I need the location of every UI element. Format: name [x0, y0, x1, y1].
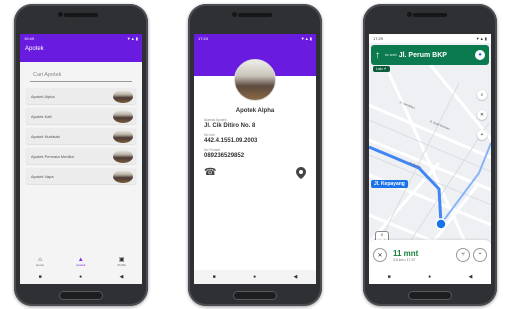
- pharmacy-photo: [113, 149, 133, 163]
- phone-call-icon[interactable]: ☎: [204, 167, 216, 182]
- recents-icon[interactable]: ■: [213, 274, 216, 280]
- phone-camera: [58, 12, 63, 17]
- eta-details: 3,5 km • 17.37: [393, 257, 416, 262]
- address-value: Jl. Cik Ditiro No. 8: [204, 123, 256, 129]
- list-item-label: Apotek Vapa: [31, 173, 54, 179]
- phone-camera: [232, 12, 237, 17]
- location-pin-icon[interactable]: [296, 167, 306, 182]
- back-icon[interactable]: ◀: [293, 274, 297, 280]
- nav-home-label: Home: [36, 263, 45, 267]
- phone-speaker: [238, 13, 272, 17]
- phone-navigation: 17:29 ▼▲ ▮ Jl. Sembilan Jl. Bukit Barisa…: [363, 4, 497, 306]
- list-item[interactable]: Apotek Alpha: [26, 88, 136, 104]
- screen: 17:29 ▼▲ ▮ Jl. Sembilan Jl. Bukit Barisa…: [369, 34, 491, 284]
- nav-apotek[interactable]: ▲ Apotek: [76, 257, 85, 267]
- phone-apotek-list: 19:49 ▼▲ ▮ Apotek Cari Apotek Apotek Alp…: [14, 4, 148, 306]
- list-item[interactable]: Apotek Kafi: [26, 108, 136, 124]
- back-icon[interactable]: ◀: [468, 274, 472, 280]
- action-row: ☎: [194, 159, 316, 182]
- status-bar: 17:24 ▼▲ ▮: [194, 34, 316, 43]
- page-title: Apotek: [25, 46, 44, 52]
- app-bar: 19:49 ▼▲ ▮ Apotek: [20, 34, 142, 62]
- pharmacy-photo: [113, 89, 133, 103]
- list-item-label: Apotek Permata Medika: [31, 153, 74, 159]
- phone-speaker: [64, 13, 98, 17]
- search-icon[interactable]: ⌕: [477, 90, 487, 100]
- izin-label: No Izin: [204, 133, 215, 137]
- screen: 19:49 ▼▲ ▮ Apotek Cari Apotek Apotek Alp…: [20, 34, 142, 284]
- nav-profile-label: Profile: [117, 263, 126, 267]
- status-time: 17:24: [198, 36, 209, 41]
- status-time: 19:49: [24, 36, 35, 41]
- status-bar: 19:49 ▼▲ ▮: [20, 34, 142, 43]
- search-input[interactable]: Cari Apotek: [30, 70, 132, 82]
- address-label: Alamat Apotek: [204, 118, 227, 122]
- list-item-label: Apotek Alpha: [31, 93, 55, 99]
- status-icons: ▼▲ ▮: [300, 36, 312, 41]
- mute-icon[interactable]: ✕: [477, 110, 487, 120]
- system-nav: ■ ● ◀: [194, 270, 316, 284]
- screen: 17:24 ▼▲ ▮ Apotek Alpha Alamat Apotek Jl…: [194, 34, 316, 284]
- status-icons: ▼▲ ▮: [475, 36, 487, 41]
- direction-prefix: ke arah: [385, 53, 397, 57]
- home-circle-icon[interactable]: ●: [79, 274, 82, 280]
- system-nav: ■ ● ◀: [369, 270, 491, 284]
- recents-icon[interactable]: ■: [388, 274, 391, 280]
- trip-panel: ✕ 11 mnt 3,5 km • 17.37 ⑂ ⌃: [369, 240, 491, 270]
- current-street: Jl. Kepayang: [371, 180, 408, 188]
- status-time: 17:29: [373, 36, 384, 41]
- system-nav: ■ ● ◀: [20, 270, 142, 284]
- close-icon[interactable]: ✕: [373, 248, 387, 262]
- recents-icon[interactable]: ■: [39, 274, 42, 280]
- chevron-up-icon[interactable]: ⌃: [473, 248, 487, 262]
- direction-street: Jl. Perum BKP: [398, 51, 447, 59]
- back-icon[interactable]: ◀: [119, 274, 123, 280]
- status-bar: 17:29 ▼▲ ▮: [369, 34, 491, 43]
- pharmacy-avatar: [234, 59, 276, 101]
- route-options-icon[interactable]: ⑂: [456, 248, 470, 262]
- arrow-up-icon: ↑: [375, 49, 380, 61]
- phone-camera: [407, 12, 412, 17]
- direction-banner: ↑ ke arah Jl. Perum BKP ●: [371, 45, 489, 65]
- pharmacy-name: Apotek Alpha: [235, 108, 275, 114]
- bottom-nav: ⌂ Home ▲ Apotek ▣ Profile: [20, 254, 142, 270]
- list-item-label: Apotek Kafi: [31, 113, 52, 119]
- izin-value: 442.4.1551.09.2003: [204, 138, 258, 144]
- hardware-home-button[interactable]: [233, 291, 277, 300]
- pharmacy-photo: [113, 109, 133, 123]
- hardware-home-button[interactable]: [59, 291, 103, 300]
- nav-profile[interactable]: ▣ Profile: [117, 257, 126, 267]
- nav-home[interactable]: ⌂ Home: [36, 257, 44, 267]
- then-indicator: Lalu ↱: [373, 66, 390, 72]
- pharmacy-photo: [113, 169, 133, 183]
- phone-speaker: [413, 13, 447, 17]
- list-item[interactable]: Apotek Permata Medika: [26, 148, 136, 164]
- eta-minutes: 11 mnt: [393, 248, 419, 258]
- phone-label: No Ponsel: [204, 148, 221, 152]
- home-circle-icon[interactable]: ●: [428, 274, 431, 280]
- phone-apotek-detail: 17:24 ▼▲ ▮ Apotek Alpha Alamat Apotek Jl…: [188, 4, 322, 306]
- home-circle-icon[interactable]: ●: [253, 274, 256, 280]
- eta-block: 11 mnt 3,5 km • 17.37: [393, 249, 418, 262]
- hardware-home-button[interactable]: [408, 291, 452, 300]
- report-icon[interactable]: +: [477, 130, 487, 140]
- microphone-icon[interactable]: ●: [475, 50, 485, 60]
- list-item[interactable]: Apotek Nurfatah: [26, 128, 136, 144]
- pharmacy-photo: [113, 129, 133, 143]
- list-item-label: Apotek Nurfatah: [31, 133, 60, 139]
- nav-apotek-label: Apotek: [76, 263, 86, 267]
- status-icons: ▼▲ ▮: [126, 36, 138, 41]
- list-item[interactable]: Apotek Vapa: [26, 168, 136, 184]
